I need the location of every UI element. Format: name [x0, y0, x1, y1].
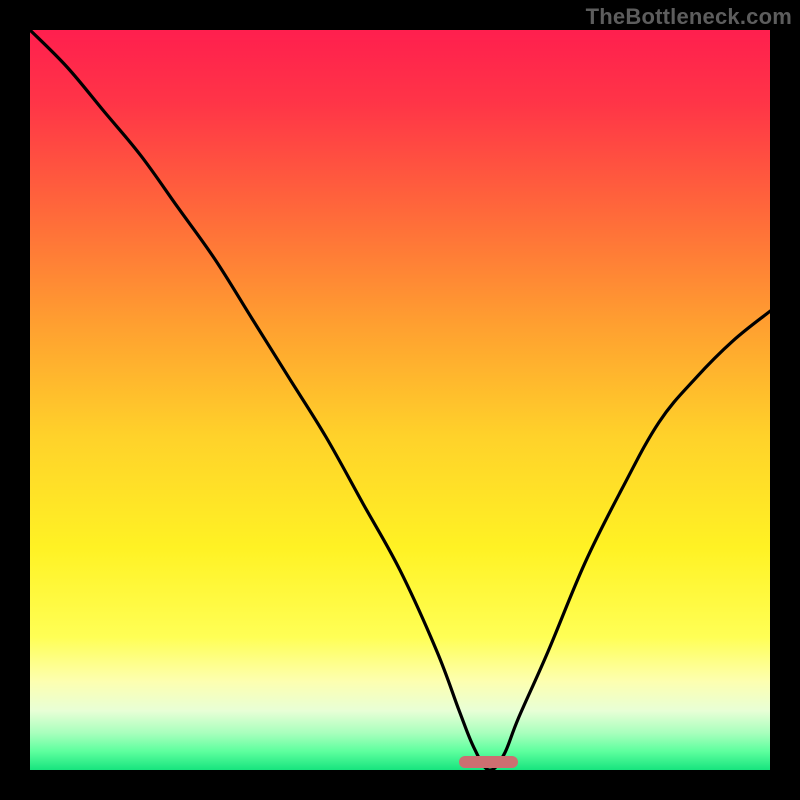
bottleneck-curve: [30, 30, 770, 770]
optimal-marker: [459, 756, 518, 768]
chart-frame: TheBottleneck.com: [0, 0, 800, 800]
attribution-text: TheBottleneck.com: [586, 4, 792, 30]
plot-area: [30, 30, 770, 770]
